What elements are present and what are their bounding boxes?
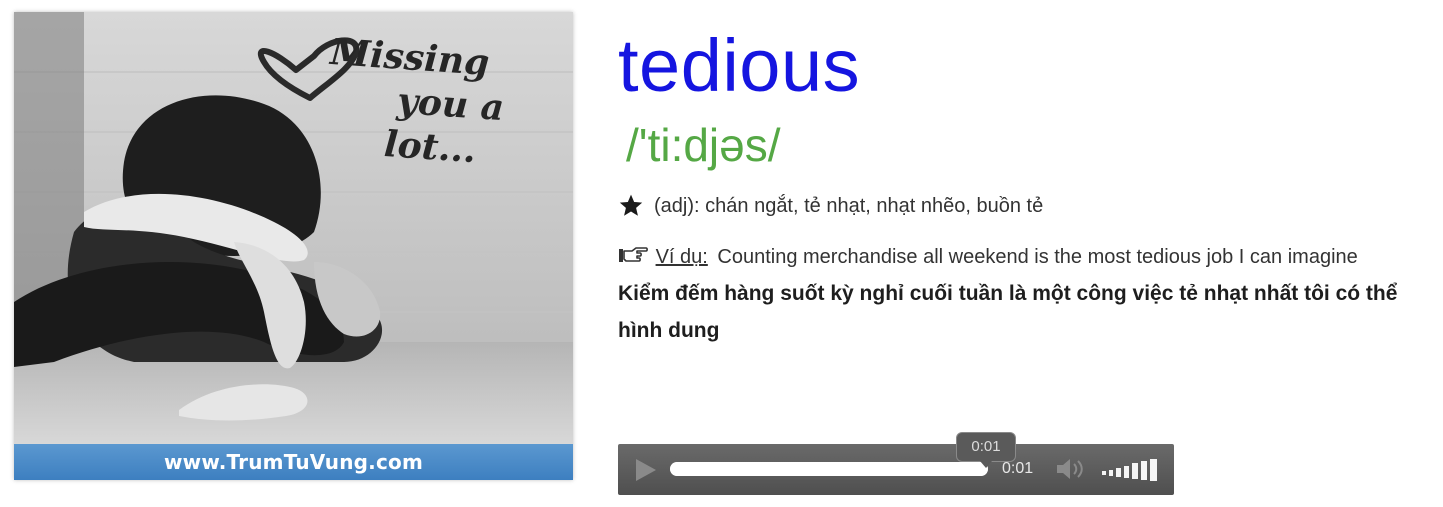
headword: tedious: [618, 24, 861, 107]
play-icon[interactable]: [632, 457, 658, 483]
illustration-image: Missing you a lot... www.TrumTuVung.com: [14, 12, 573, 480]
meaning-text: chán ngắt, tẻ nhạt, nhạt nhẽo, buồn tẻ: [705, 195, 1044, 217]
volume-icon[interactable]: [1054, 456, 1088, 482]
meaning-line: (adj): chán ngắt, tẻ nhạt, nhạt nhẽo, bu…: [618, 192, 1430, 220]
pointing-hand-icon: [619, 247, 648, 262]
handwritten-text: Missing you a lot...: [323, 30, 562, 178]
part-of-speech: (adj):: [654, 195, 700, 217]
vocabulary-card-page: Missing you a lot... www.TrumTuVung.com …: [0, 0, 1443, 507]
audio-player: 0:01: [618, 444, 1174, 495]
image-caption-url: www.TrumTuVung.com: [14, 444, 573, 480]
current-time: 0:01: [1002, 460, 1034, 477]
example-sentence-block: Ví dụ: Counting merchandise all weekend …: [618, 242, 1430, 349]
dictionary-entry: tedious /'ti:djəs/ (adj): chán ngắt, tẻ …: [618, 24, 1430, 349]
pronunciation: /'ti:djəs/: [626, 119, 781, 171]
example-label: Ví dụ:: [655, 246, 708, 268]
volume-level-icon[interactable]: [1100, 457, 1162, 483]
example-translation: Kiểm đếm hàng suốt kỳ nghỉ cuối tuần là …: [618, 282, 1398, 342]
example-text: Counting merchandise all weekend is the …: [717, 246, 1358, 268]
time-tooltip: 0:01: [956, 432, 1016, 468]
audio-progress-bar[interactable]: [670, 462, 988, 476]
star-icon: [619, 194, 643, 216]
audio-progress-fill: [670, 462, 988, 476]
